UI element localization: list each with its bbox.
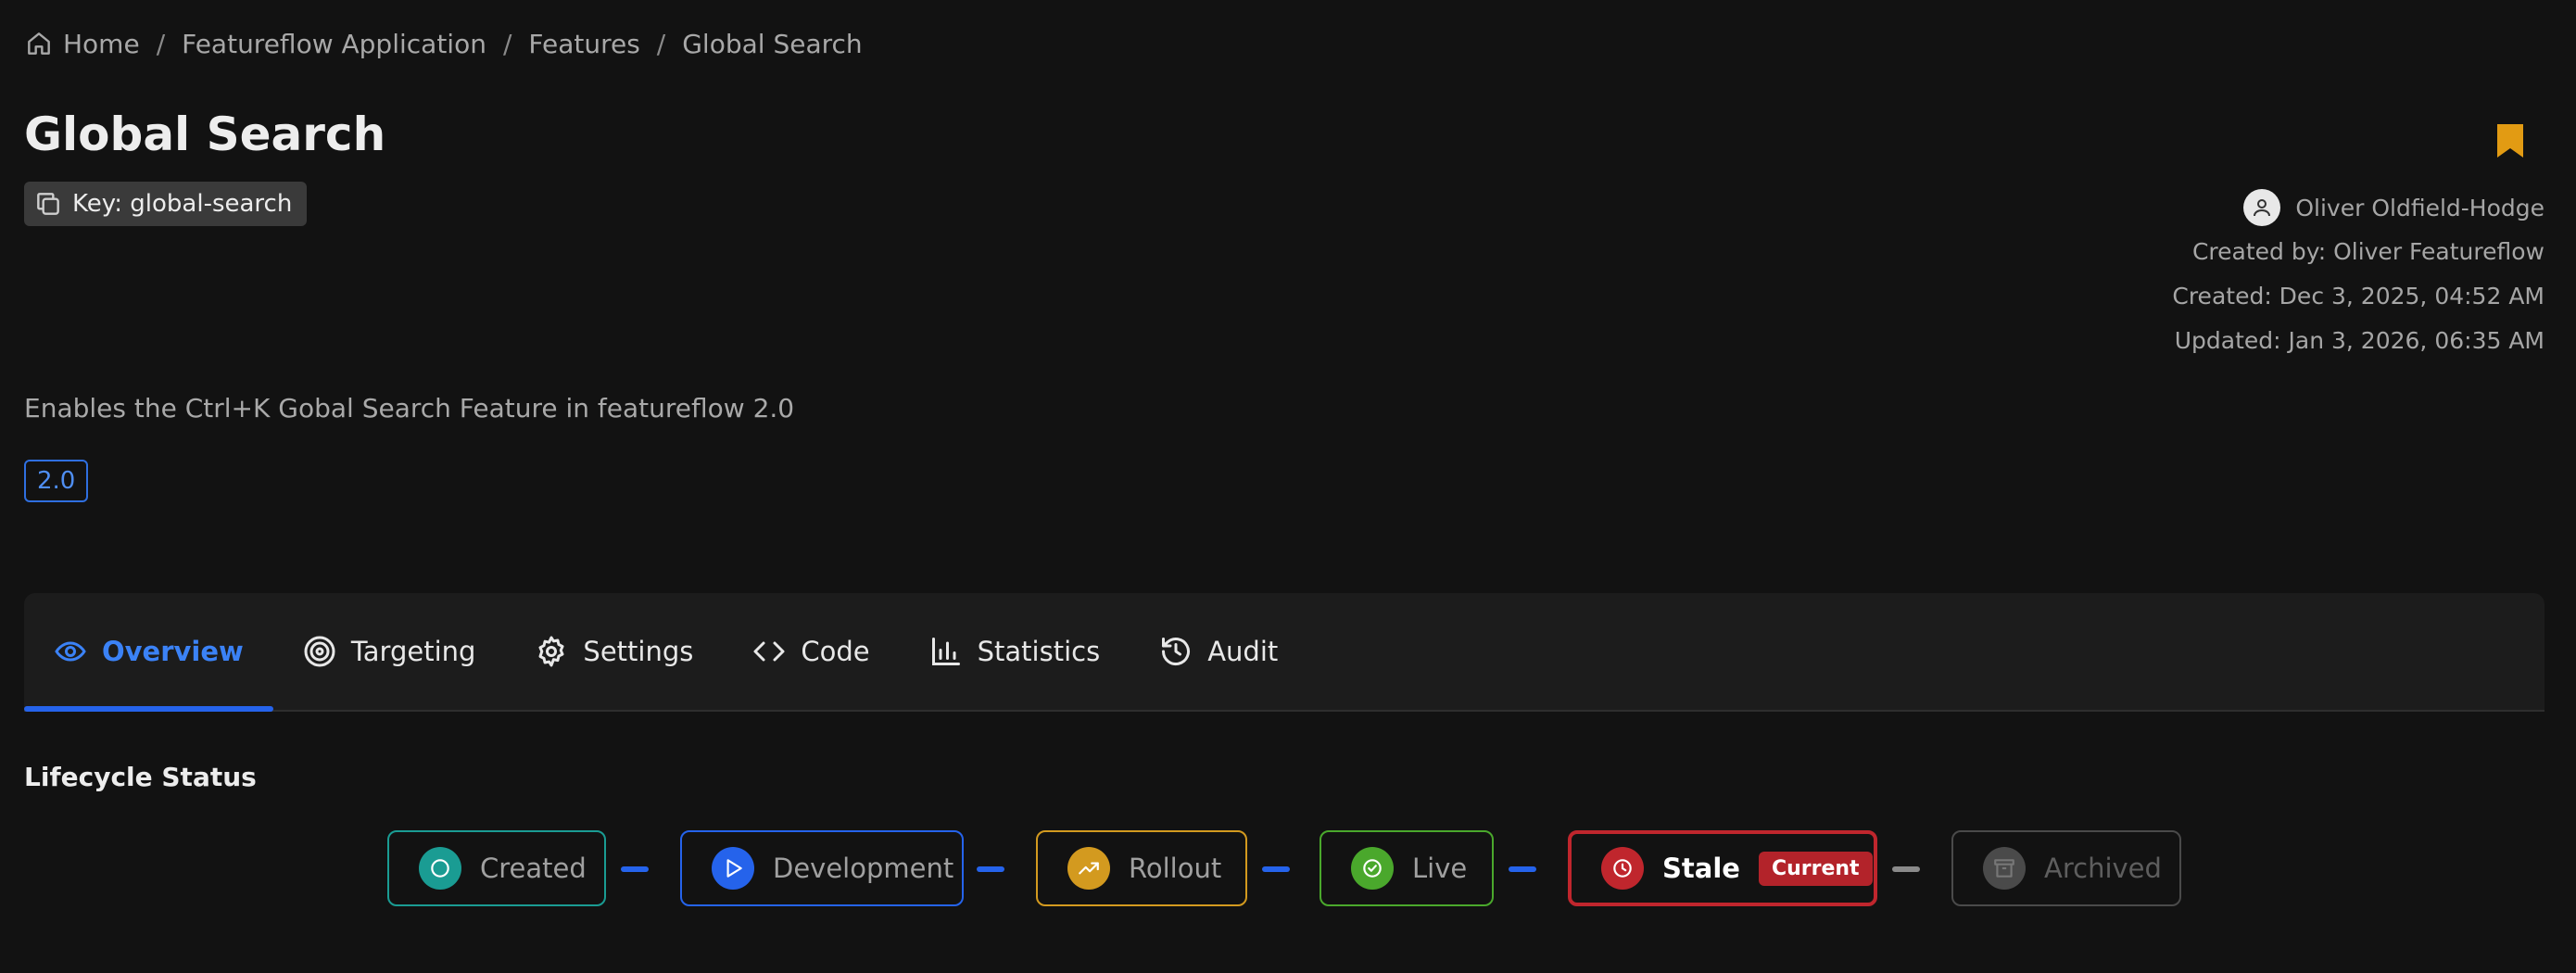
tab-overview[interactable]: Overview [24,593,273,712]
stage-label: Live [1412,853,1468,884]
stage-indicator [1983,847,2026,890]
feature-key-label: Key: global-search [72,190,293,218]
breadcrumb: Home / Featureflow Application / Feature… [24,26,863,61]
stage-label: Rollout [1129,853,1222,884]
lifecycle-connector [1892,866,1920,872]
lifecycle-stage-rollout[interactable]: Rollout [1036,830,1247,906]
copy-icon [37,193,59,215]
tab-label: Targeting [350,636,476,667]
lifecycle-connector [977,866,1004,872]
breadcrumb-separator: / [156,28,166,59]
breadcrumb-features[interactable]: Features [528,29,639,59]
tab-label: Statistics [977,636,1101,667]
version-tag[interactable]: 2.0 [24,460,89,502]
updated-date: Updated: Jan 3, 2026, 06:35 AM [2174,327,2544,354]
play-icon [726,859,742,878]
tab-code[interactable]: Code [723,593,899,710]
stage-label: Created [480,853,587,884]
tab-label: Code [801,636,870,667]
breadcrumb-current: Global Search [682,28,863,59]
lifecycle-connector [1262,866,1290,872]
lifecycle-stage-live[interactable]: Live [1320,830,1494,906]
tab-settings[interactable]: Settings [505,593,723,710]
owner: Oliver Oldfield-Hodge [2172,189,2544,226]
stage-label: Stale [1662,853,1740,884]
breadcrumb-application[interactable]: Featureflow Application [182,29,486,59]
lifecycle-connector [1509,866,1536,872]
breadcrumb-home-label: Home [63,28,140,59]
lifecycle-connector [621,866,649,872]
feature-key-copy[interactable]: Key: global-search [24,182,308,226]
check-circle-icon [1363,859,1382,878]
tab-bar: Overview Targeting Settings Code Statist… [24,593,2544,712]
page: Home / Featureflow Application / Feature… [0,0,2576,973]
tab-label: Audit [1207,636,1279,667]
lifecycle-stage-stale[interactable]: Stale Current [1568,830,1877,906]
current-badge: Current [1758,851,1873,886]
tab-label: Settings [583,636,694,667]
tab-statistics[interactable]: Statistics [900,593,1130,710]
stage-indicator [1067,847,1110,890]
tab-targeting[interactable]: Targeting [273,593,506,710]
bookmark-button[interactable] [2494,122,2526,159]
bookmark-icon [2497,124,2523,158]
stage-label: Development [773,853,954,884]
lifecycle-title: Lifecycle Status [24,762,257,792]
created-by: Created by: Oliver Featureflow [2191,238,2544,265]
lifecycle-stage-created[interactable]: Created [387,830,606,906]
lifecycle-stage-archived[interactable]: Archived [1951,830,2181,906]
tab-audit[interactable]: Audit [1130,593,1307,710]
history-icon [1162,638,1191,666]
breadcrumb-home[interactable]: Home [24,29,140,59]
page-title: Global Search [24,107,386,161]
bar-chart-icon [931,638,960,665]
stage-indicator [712,847,754,890]
user-icon [2254,199,2271,217]
eye-icon [55,641,86,662]
created-date: Created: Dec 3, 2025, 04:52 AM [2172,283,2544,310]
circle-icon [431,859,449,878]
code-icon [753,641,785,662]
archive-icon [1994,859,2014,878]
home-icon [28,32,50,55]
tab-label: Overview [102,636,244,667]
owner-name: Oliver Oldfield-Hodge [2295,194,2544,221]
stage-indicator [1601,847,1644,890]
stage-label: Archived [2044,853,2162,884]
breadcrumb-separator: / [656,28,666,59]
breadcrumb-separator: / [502,28,512,59]
feature-description: Enables the Ctrl+K Gobal Search Feature … [24,393,795,423]
gear-icon [538,636,564,667]
avatar[interactable] [2243,189,2281,226]
trending-up-icon [1079,862,1099,875]
lifecycle-stage-development[interactable]: Development [680,830,964,906]
target-icon [304,636,335,667]
stage-indicator [1351,847,1394,890]
stage-indicator [419,847,461,890]
clock-icon [1613,859,1632,878]
feature-meta: Oliver Oldfield-Hodge Created by: Oliver… [2172,189,2544,363]
